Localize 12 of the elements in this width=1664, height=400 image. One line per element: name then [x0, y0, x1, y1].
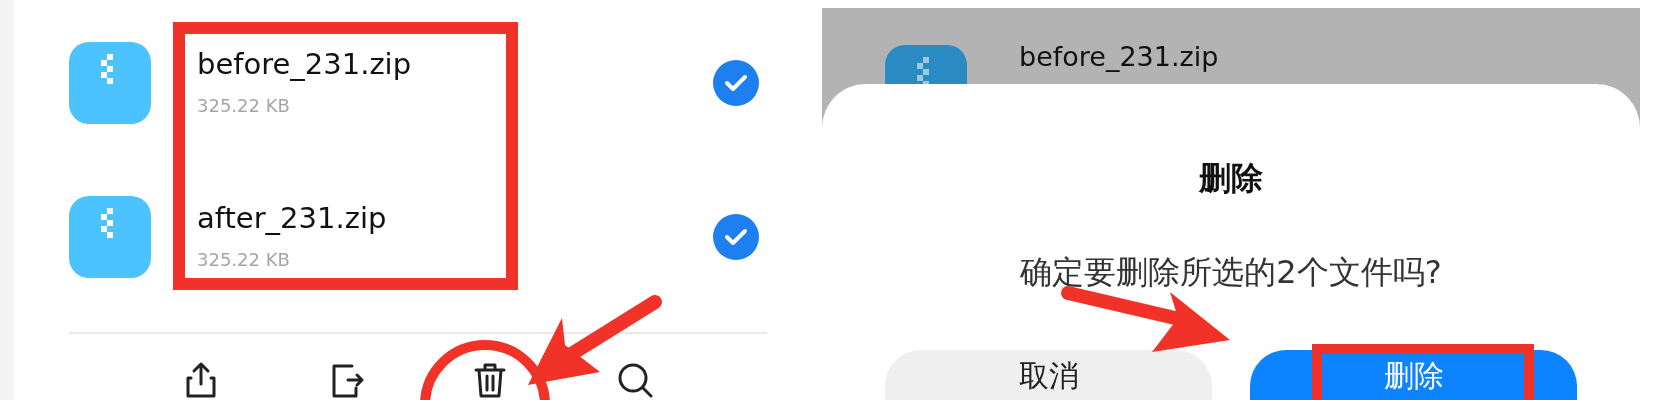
checked-circle-icon[interactable] — [713, 60, 759, 106]
file-name: before_231.zip — [197, 46, 413, 82]
zip-file-icon — [69, 196, 151, 278]
file-size: 325.22 KB — [197, 94, 291, 118]
dialog-title: 删除 — [1199, 158, 1263, 199]
file-size: 325.22 KB — [197, 248, 291, 272]
cancel-button[interactable]: 取消 — [885, 350, 1212, 400]
dialog-message: 确定要删除所选的2个文件吗? — [1020, 252, 1442, 293]
zip-file-icon — [69, 42, 151, 124]
checked-circle-icon[interactable] — [713, 214, 759, 260]
file-name: after_231.zip — [197, 200, 388, 236]
file-name: before_231.zip — [1019, 40, 1219, 74]
